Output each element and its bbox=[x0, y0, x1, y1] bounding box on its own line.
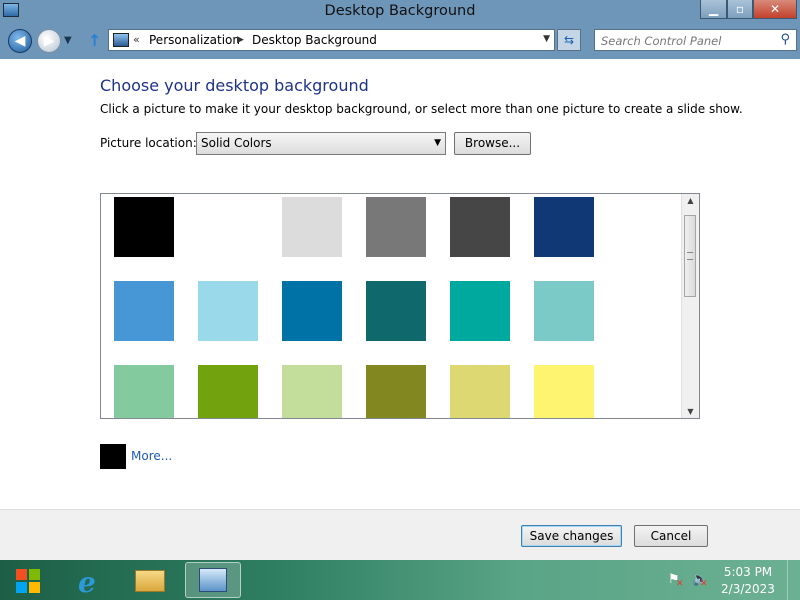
more-color-swatch[interactable] bbox=[100, 444, 126, 469]
color-swatch[interactable] bbox=[534, 281, 594, 341]
main-content: Choose your desktop background Click a p… bbox=[0, 59, 800, 509]
action-center-icon[interactable]: ⚑ ✕ bbox=[668, 572, 684, 589]
picture-location-label: Picture location: bbox=[100, 136, 197, 150]
color-swatch[interactable] bbox=[450, 281, 510, 341]
search-icon[interactable]: ⚲ bbox=[780, 32, 790, 47]
breadcrumb-separator[interactable]: ▶ bbox=[237, 35, 244, 45]
windows-logo-icon bbox=[29, 569, 40, 580]
color-swatch[interactable] bbox=[282, 197, 342, 257]
refresh-button[interactable]: ⇆ bbox=[557, 29, 581, 51]
color-swatch[interactable] bbox=[282, 281, 342, 341]
clock-date[interactable]: 2/3/2023 bbox=[716, 582, 780, 596]
control-panel-icon bbox=[199, 568, 227, 592]
recent-pages-dropdown[interactable]: ▼ bbox=[64, 35, 72, 46]
color-swatch[interactable] bbox=[114, 281, 174, 341]
instruction-text: Click a picture to make it your desktop … bbox=[100, 102, 743, 116]
color-swatch[interactable] bbox=[450, 365, 510, 418]
windows-logo-icon bbox=[16, 569, 27, 580]
color-swatch[interactable] bbox=[198, 281, 258, 341]
scroll-grip bbox=[687, 252, 693, 260]
color-swatch[interactable] bbox=[366, 281, 426, 341]
color-swatch[interactable] bbox=[534, 197, 594, 257]
color-swatch[interactable] bbox=[198, 197, 258, 257]
show-desktop-button[interactable] bbox=[787, 560, 800, 600]
color-swatch[interactable] bbox=[534, 365, 594, 418]
navigation-bar: ◀ ▶ ▼ ↑ « Personalization ▶ Desktop Back… bbox=[0, 24, 800, 59]
color-swatch[interactable] bbox=[114, 197, 174, 257]
close-button[interactable]: ✕ bbox=[753, 0, 797, 19]
minimize-button[interactable]: ▁ bbox=[700, 0, 727, 19]
address-dropdown-icon[interactable]: ▼ bbox=[543, 34, 550, 44]
scroll-thumb[interactable] bbox=[684, 215, 696, 297]
color-swatch[interactable] bbox=[198, 365, 258, 418]
folder-icon bbox=[135, 570, 165, 592]
up-level-button[interactable]: ↑ bbox=[88, 31, 101, 50]
color-swatch[interactable] bbox=[366, 197, 426, 257]
taskbar-file-explorer[interactable] bbox=[122, 562, 178, 598]
windows-logo-icon bbox=[16, 582, 27, 593]
search-placeholder: Search Control Panel bbox=[601, 34, 722, 48]
taskbar-internet-explorer[interactable]: e bbox=[62, 562, 118, 599]
title-bar: Desktop Background ▁ ▫ ✕ bbox=[0, 0, 800, 24]
chevron-down-icon: ▼ bbox=[434, 138, 441, 148]
breadcrumb-overflow-chevron[interactable]: « bbox=[133, 33, 140, 46]
color-swatch[interactable] bbox=[114, 365, 174, 418]
breadcrumb-personalization[interactable]: Personalization bbox=[149, 33, 240, 47]
page-heading: Choose your desktop background bbox=[100, 76, 369, 95]
maximize-button[interactable]: ▫ bbox=[727, 0, 753, 19]
windows-logo-icon bbox=[29, 582, 40, 593]
control-panel-icon bbox=[113, 33, 129, 47]
address-bar[interactable]: « Personalization ▶ Desktop Background ▼ bbox=[108, 29, 555, 51]
cancel-button[interactable]: Cancel bbox=[634, 525, 708, 547]
save-changes-button[interactable]: Save changes bbox=[521, 525, 622, 547]
start-button[interactable] bbox=[8, 566, 48, 594]
scroll-up-arrow[interactable]: ▲ bbox=[682, 196, 699, 205]
picture-location-dropdown[interactable]: Solid Colors ▼ bbox=[196, 132, 446, 155]
breadcrumb-desktop-background[interactable]: Desktop Background bbox=[252, 33, 377, 47]
picture-location-value: Solid Colors bbox=[201, 136, 272, 150]
color-gallery: ▲ ▼ bbox=[100, 193, 700, 419]
window-title: Desktop Background bbox=[324, 3, 476, 19]
forward-button[interactable]: ▶ bbox=[37, 29, 61, 53]
search-box[interactable]: Search Control Panel ⚲ bbox=[594, 29, 797, 51]
taskbar-control-panel[interactable] bbox=[185, 562, 241, 598]
color-swatch[interactable] bbox=[450, 197, 510, 257]
gallery-scrollbar[interactable]: ▲ ▼ bbox=[681, 194, 699, 418]
volume-icon[interactable]: 🔈 ✕ bbox=[692, 572, 708, 589]
color-swatch[interactable] bbox=[366, 365, 426, 418]
clock-time[interactable]: 5:03 PM bbox=[716, 565, 780, 579]
error-icon: ✕ bbox=[676, 579, 684, 589]
more-colors-link[interactable]: More... bbox=[131, 449, 172, 463]
scroll-down-arrow[interactable]: ▼ bbox=[682, 407, 699, 416]
dialog-footer: Save changes Cancel bbox=[0, 509, 800, 561]
browse-button[interactable]: Browse... bbox=[454, 132, 531, 155]
color-swatch[interactable] bbox=[282, 365, 342, 418]
taskbar: e ⚑ ✕ 🔈 ✕ bbox=[0, 560, 800, 600]
back-button[interactable]: ◀ bbox=[8, 29, 32, 53]
internet-explorer-icon: e bbox=[78, 566, 96, 599]
muted-icon: ✕ bbox=[700, 579, 708, 589]
